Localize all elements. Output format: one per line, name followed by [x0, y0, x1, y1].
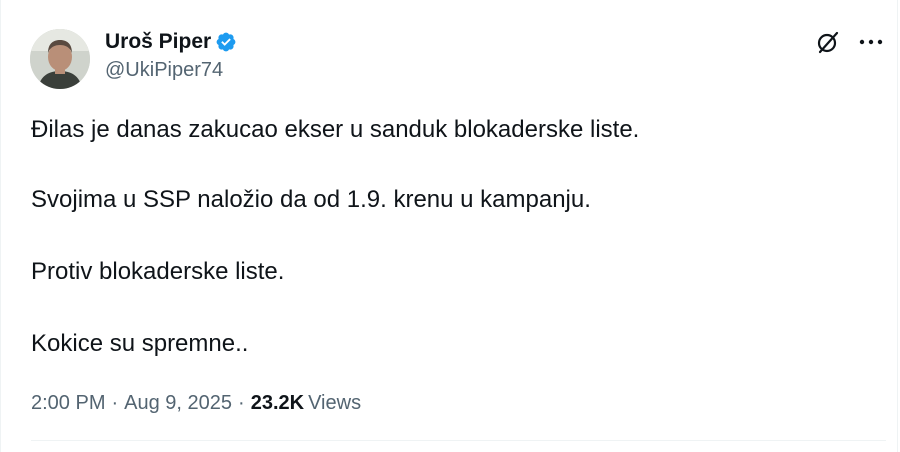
- views-count[interactable]: 23.2K: [251, 390, 304, 416]
- verified-badge-icon: [216, 32, 236, 52]
- tweet-card: Uroš Piper @UkiPiper74 Đilas je danas za…: [0, 0, 898, 452]
- tweet-meta: 2:00 PM · Aug 9, 2025 · 23.2K Views: [31, 390, 361, 416]
- avatar-image: [30, 29, 90, 89]
- grok-icon[interactable]: [815, 29, 841, 55]
- tweet-line: Svojima u SSP naložio da od 1.9. krenu u…: [31, 186, 591, 213]
- author-display-name[interactable]: Uroš Piper: [105, 29, 211, 55]
- meta-separator: ·: [111, 392, 119, 414]
- tweet-line: Kokice su spremne..: [31, 330, 249, 357]
- tweet-line: Đilas je danas zakucao ekser u sanduk bl…: [31, 116, 640, 143]
- views-label[interactable]: Views: [304, 390, 361, 416]
- author-name-row[interactable]: Uroš Piper: [105, 29, 237, 55]
- tweet-line: Protiv blokaderske liste.: [31, 258, 285, 285]
- tweet-time[interactable]: 2:00 PM: [31, 390, 105, 416]
- avatar[interactable]: [30, 29, 90, 89]
- more-options-icon[interactable]: [858, 36, 884, 48]
- author-handle[interactable]: @UkiPiper74: [105, 57, 223, 83]
- meta-separator: ·: [238, 392, 245, 414]
- tweet-date[interactable]: Aug 9, 2025: [124, 390, 232, 416]
- divider: [31, 440, 886, 441]
